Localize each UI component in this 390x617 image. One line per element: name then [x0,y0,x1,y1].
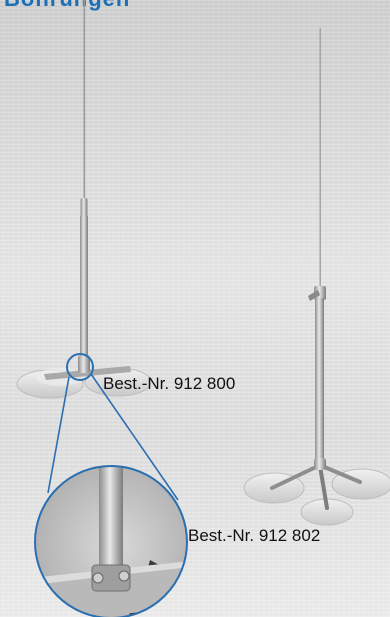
zoom-screw [118,570,130,582]
stand-912-800 [16,0,179,501]
zoom-screw [92,572,104,584]
antenna-rod [83,0,86,200]
mast-tube [315,298,324,468]
product-number-label: Best.-Nr. 912 802 [188,526,321,545]
zoom-mast-tube [99,466,123,570]
product-image-canvas: Bohrungen [0,0,390,617]
antenna-clamp [80,198,88,218]
detail-zoom [34,465,188,617]
antenna-rod [319,28,321,290]
product-number-label: Best.-Nr. 912 800 [103,374,236,393]
tripod-hub [314,458,326,470]
product-illustration [16,0,390,617]
stand-912-802 [243,28,390,526]
mast-tube [80,216,88,356]
